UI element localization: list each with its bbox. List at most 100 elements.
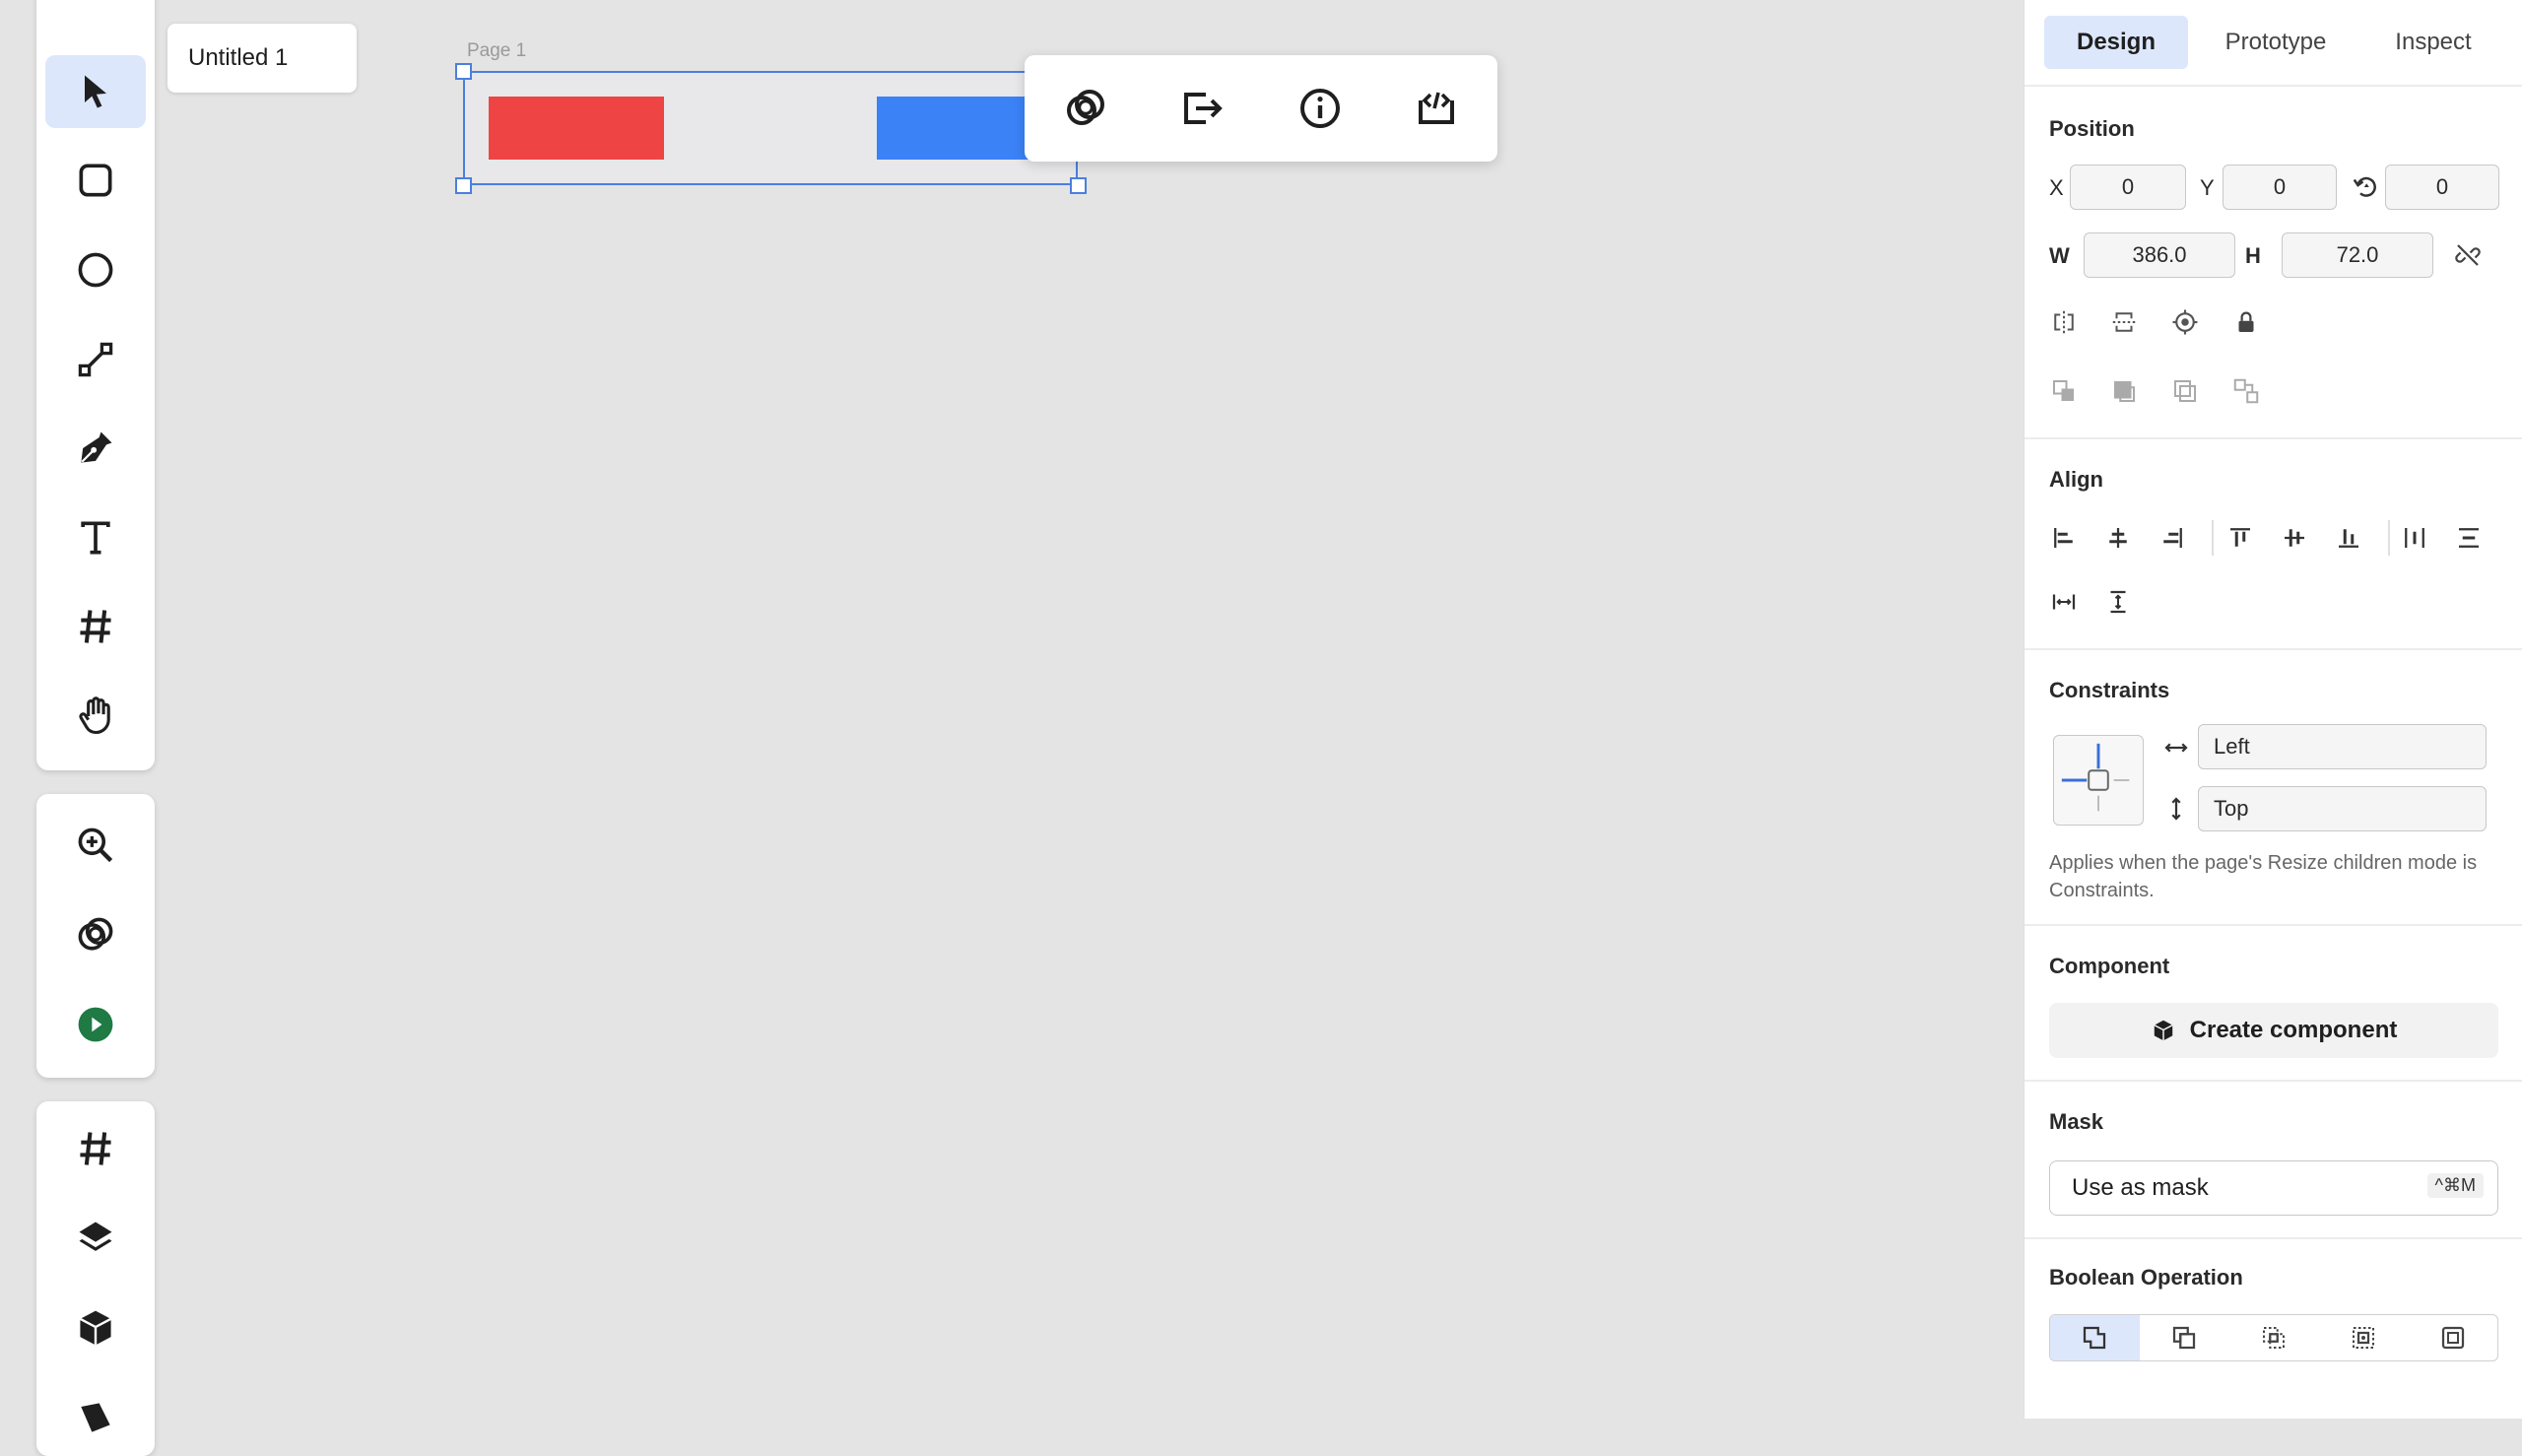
select-tool-button[interactable] — [45, 55, 146, 128]
hash-icon — [74, 605, 117, 648]
secondary-tool-rail — [36, 794, 155, 1078]
rectangle-tool-button[interactable] — [45, 144, 146, 217]
line-icon — [74, 338, 117, 381]
boolean-tool-button[interactable] — [45, 898, 146, 971]
hand-tool-button[interactable] — [45, 680, 146, 753]
text-t-icon — [74, 516, 117, 560]
boolean-ops-button[interactable] — [1062, 85, 1109, 132]
distribute-vertical-icon[interactable] — [2454, 523, 2484, 553]
align-center-h-icon[interactable] — [2103, 523, 2133, 553]
lock-icon[interactable] — [2231, 307, 2261, 337]
zoom-tool-button[interactable] — [45, 809, 146, 882]
use-as-mask-button[interactable]: Use as mask ^⌘M — [2049, 1160, 2498, 1216]
boolean-subtract-button[interactable] — [2140, 1315, 2229, 1360]
frame-label: Page 1 — [467, 40, 527, 61]
document-tab[interactable]: Untitled 1 — [167, 24, 357, 93]
export-arrow-icon — [1178, 85, 1226, 132]
assets-panel-button[interactable] — [45, 1381, 146, 1454]
boolean-flatten-button[interactable] — [2408, 1315, 2497, 1360]
boolean-rings-icon — [74, 913, 117, 957]
ellipse-tool-button[interactable] — [45, 233, 146, 306]
boolean-section-title: Boolean Operation — [2049, 1265, 2243, 1290]
vertical-arrows-icon — [2161, 794, 2191, 824]
divider — [2212, 520, 2214, 556]
mask-shortcut: ^⌘M — [2426, 1173, 2484, 1198]
exclude-icon — [2349, 1323, 2378, 1353]
line-tool-button[interactable] — [45, 323, 146, 396]
align-bottom-icon[interactable] — [2334, 523, 2363, 553]
boolean-rings-icon — [1062, 85, 1109, 132]
export-button[interactable] — [1178, 85, 1226, 132]
properties-panel: Design Prototype Inspect Position X 0 Y … — [2024, 0, 2522, 1419]
tidy-vertical-icon[interactable] — [2103, 587, 2133, 617]
send-backward-icon[interactable] — [2170, 376, 2200, 406]
align-middle-v-icon[interactable] — [2280, 523, 2309, 553]
flip-horizontal-icon[interactable] — [2049, 307, 2079, 337]
pen-tool-button[interactable] — [45, 412, 146, 485]
w-label: W — [2049, 243, 2070, 268]
boolean-exclude-button[interactable] — [2318, 1315, 2408, 1360]
document-title: Untitled 1 — [188, 44, 289, 71]
align-section-title: Align — [2049, 467, 2103, 492]
text-tool-button[interactable] — [45, 501, 146, 574]
width-input[interactable]: 386.0 — [2084, 232, 2235, 278]
divider — [2024, 1237, 2522, 1239]
tab-prototype[interactable]: Prototype — [2202, 16, 2350, 69]
y-label: Y — [2200, 175, 2215, 200]
align-left-icon[interactable] — [2049, 523, 2079, 553]
constraints-section-title: Constraints — [2049, 678, 2170, 702]
tab-design[interactable]: Design — [2044, 16, 2188, 69]
info-circle-icon — [1296, 85, 1344, 132]
layers-panel-button[interactable] — [45, 1202, 146, 1275]
rounded-square-icon — [74, 159, 117, 202]
send-to-back-icon[interactable] — [2231, 376, 2261, 406]
horizontal-constraint-select[interactable]: Left — [2198, 724, 2487, 769]
create-component-label: Create component — [2189, 1017, 2398, 1043]
union-icon — [2080, 1323, 2109, 1353]
target-icon[interactable] — [2170, 307, 2200, 337]
constraints-widget[interactable] — [2053, 735, 2144, 826]
bring-to-front-icon[interactable] — [2109, 376, 2139, 406]
embed-code-button[interactable] — [1413, 85, 1460, 132]
tidy-horizontal-icon[interactable] — [2049, 587, 2079, 617]
divider — [2024, 648, 2522, 650]
align-top-icon[interactable] — [2225, 523, 2255, 553]
tool-rail — [36, 0, 155, 770]
resize-handle-bottom-right[interactable] — [1070, 177, 1087, 194]
y-input[interactable]: 0 — [2223, 165, 2337, 210]
boolean-union-button[interactable] — [2050, 1315, 2140, 1360]
vertical-constraint-select[interactable]: Top — [2198, 786, 2487, 831]
code-embed-icon — [1413, 85, 1460, 132]
create-component-button[interactable]: Create component — [2049, 1003, 2498, 1058]
distribute-horizontal-icon[interactable] — [2400, 523, 2429, 553]
use-as-mask-label: Use as mask — [2072, 1174, 2209, 1201]
resize-handle-bottom-left[interactable] — [455, 177, 472, 194]
components-panel-button[interactable] — [45, 1291, 146, 1364]
align-right-icon[interactable] — [2157, 523, 2187, 553]
component-section-title: Component — [2049, 954, 2170, 978]
subtract-icon — [2169, 1323, 2199, 1353]
resize-handle-top-left[interactable] — [455, 63, 472, 80]
pointer-icon — [74, 70, 117, 113]
tag-icon — [74, 1396, 117, 1439]
boolean-intersect-button[interactable] — [2229, 1315, 2319, 1360]
mask-section-title: Mask — [2049, 1109, 2104, 1134]
play-prototype-button[interactable] — [45, 988, 146, 1061]
rotation-icon — [2351, 172, 2380, 202]
flip-vertical-icon[interactable] — [2109, 307, 2139, 337]
constraints-note: Applies when the page's Resize children … — [2049, 852, 2478, 901]
frames-panel-button[interactable] — [45, 1112, 146, 1185]
h-label: H — [2245, 243, 2261, 268]
position-section-title: Position — [2049, 116, 2135, 141]
component-cube-icon — [74, 1306, 117, 1350]
bring-forward-icon[interactable] — [2049, 376, 2079, 406]
info-button[interactable] — [1296, 85, 1344, 132]
unlink-proportions-icon[interactable] — [2453, 240, 2483, 270]
tab-inspect[interactable]: Inspect — [2359, 16, 2507, 69]
frame-tool-button[interactable] — [45, 590, 146, 663]
rotation-input[interactable]: 0 — [2385, 165, 2499, 210]
flatten-icon — [2438, 1323, 2468, 1353]
height-input[interactable]: 72.0 — [2282, 232, 2433, 278]
circle-icon — [74, 248, 117, 292]
x-input[interactable]: 0 — [2070, 165, 2186, 210]
